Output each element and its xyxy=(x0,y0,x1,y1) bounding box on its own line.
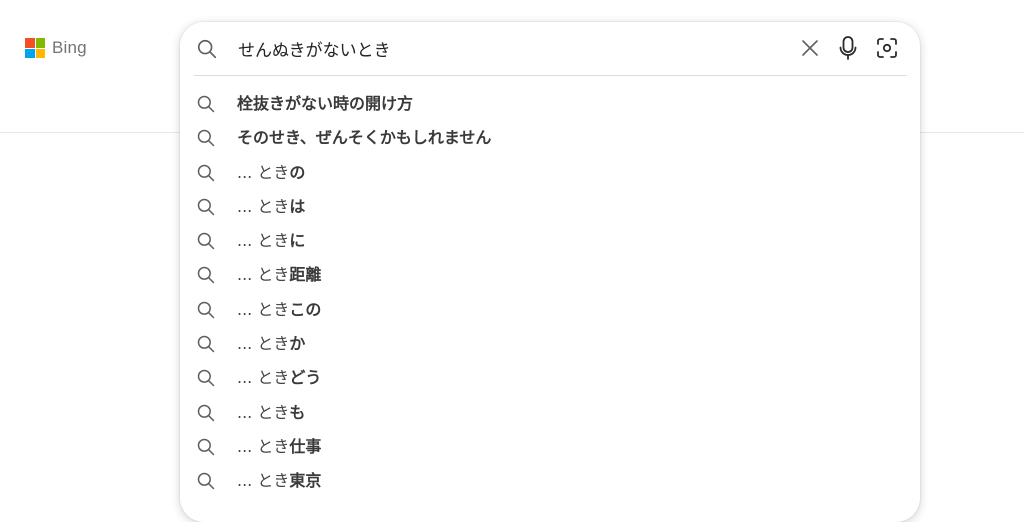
suggestion-completion: か xyxy=(289,334,306,354)
microphone-icon[interactable] xyxy=(836,35,860,61)
search-input[interactable] xyxy=(238,36,778,60)
suggestion-item[interactable]: ... とき距離 xyxy=(180,258,920,292)
suggestion-text: ... とき仕事 xyxy=(237,435,321,459)
search-autosuggest-panel: 栓抜きがない時の開け方そのせき、ぜんそくかもしれません... ときの... とき… xyxy=(180,22,920,522)
search-icon xyxy=(197,404,215,421)
search-icon xyxy=(197,301,215,319)
suggestion-prefix: ... とき xyxy=(237,196,290,216)
search-icon xyxy=(197,232,215,250)
suggestion-item[interactable]: ... とき仕事 xyxy=(180,430,920,464)
suggestion-completion: そのせき、ぜんそくかもしれません xyxy=(237,128,492,148)
suggestion-prefix: ... とき xyxy=(237,436,290,456)
suggestion-completion: 距離 xyxy=(289,265,322,285)
suggestion-text: そのせき、ぜんそくかもしれません xyxy=(237,126,491,150)
suggestion-completion: は xyxy=(289,196,306,216)
suggestion-completion: この xyxy=(289,299,322,319)
suggestion-prefix: ... とき xyxy=(237,299,290,319)
suggestion-completion: に xyxy=(289,231,306,251)
search-icon xyxy=(197,267,215,284)
suggestion-item[interactable]: ... とき東京 xyxy=(180,464,920,498)
suggestion-completion: 栓抜きがない時の開け方 xyxy=(237,94,414,113)
visual-search-icon[interactable] xyxy=(875,36,899,60)
search-icon xyxy=(197,95,215,113)
search-icon xyxy=(197,164,215,181)
search-icon xyxy=(197,370,215,387)
suggestion-text: ... ときか xyxy=(237,332,305,356)
suggestion-item[interactable]: そのせき、ぜんそくかもしれません xyxy=(180,121,920,155)
suggestion-text: 栓抜きがない時の開け方 xyxy=(237,92,413,116)
suggestion-text: ... とき東京 xyxy=(237,469,321,493)
search-icon xyxy=(197,198,215,216)
suggestion-prefix: ... とき xyxy=(237,265,290,285)
suggestion-prefix: ... とき xyxy=(237,471,290,491)
suggestion-prefix: ... とき xyxy=(237,368,290,388)
search-icon xyxy=(197,473,215,490)
suggestion-text: ... ときは xyxy=(237,195,305,219)
search-icon xyxy=(197,335,215,353)
suggestion-prefix: ... とき xyxy=(237,162,290,182)
search-icon xyxy=(197,130,215,147)
suggestion-text: ... ときの xyxy=(237,161,305,185)
brand-name: Bing xyxy=(52,38,87,57)
suggestion-text: ... ときも xyxy=(237,401,305,425)
suggestion-prefix: ... とき xyxy=(237,334,290,354)
suggestion-text: ... とき距離 xyxy=(237,263,321,287)
search-icon xyxy=(197,438,215,456)
suggestion-prefix: ... とき xyxy=(237,231,290,251)
search-divider xyxy=(194,75,907,76)
suggestion-prefix: ... とき xyxy=(237,402,290,422)
suggestion-list: 栓抜きがない時の開け方 そのせき、ぜんそくかもしれません... ときの... とき… xyxy=(180,87,920,499)
suggestion-item[interactable]: ... ときの xyxy=(180,156,920,190)
suggestion-item[interactable]: 栓抜きがない時の開け方 xyxy=(180,87,920,121)
suggestion-completion: も xyxy=(289,402,306,422)
suggestion-item[interactable]: ... ときか xyxy=(180,327,920,361)
suggestion-text: ... ときどう xyxy=(237,366,321,390)
suggestion-text: ... ときこの xyxy=(237,298,321,322)
search-box xyxy=(180,22,920,75)
suggestion-text: ... ときに xyxy=(237,229,305,253)
close-icon[interactable] xyxy=(798,36,822,60)
suggestion-completion: 東京 xyxy=(289,471,322,491)
suggestion-item[interactable]: ... ときは xyxy=(180,190,920,224)
bing-logo[interactable]: Bing xyxy=(25,38,87,58)
suggestion-completion: どう xyxy=(289,368,322,388)
search-icon[interactable] xyxy=(196,38,218,60)
microsoft-logo-icon xyxy=(25,38,45,58)
suggestion-completion: の xyxy=(289,162,306,182)
suggestion-item[interactable]: ... ときこの xyxy=(180,293,920,327)
suggestion-item[interactable]: ... ときも xyxy=(180,396,920,430)
suggestion-completion: 仕事 xyxy=(289,436,322,456)
suggestion-item[interactable]: ... ときどう xyxy=(180,361,920,395)
suggestion-item[interactable]: ... ときに xyxy=(180,224,920,258)
